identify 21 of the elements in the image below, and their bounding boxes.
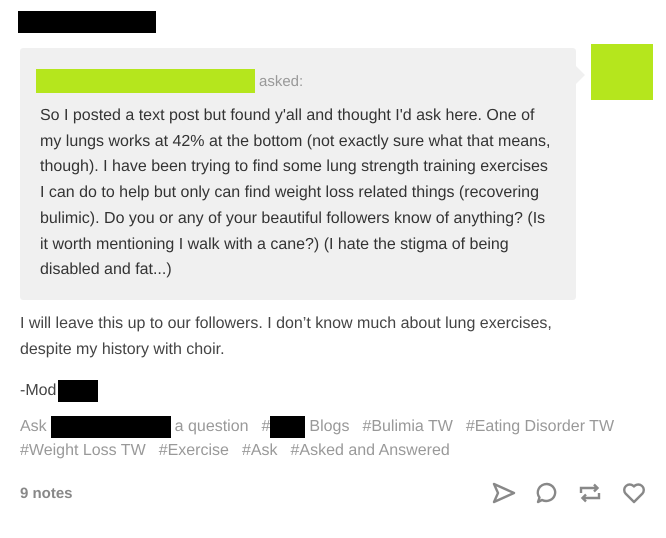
redaction-bar [58, 380, 98, 402]
asked-label: asked: [259, 72, 304, 90]
tag-link[interactable]: # [262, 416, 270, 438]
reply-icon[interactable] [536, 482, 558, 504]
answer-text: I will leave this up to our followers. I don’t know much about lung exercises, despite my history with choir. [20, 314, 553, 360]
share-icon[interactable] [492, 482, 516, 504]
tag-link[interactable]: #Weight Loss TW [20, 440, 146, 462]
question-text: So I posted a text post but found y'all and thought I'd ask here. One of my lungs works at 42% at the bottom (not exactly sure what that means, though). I have been trying to find some lung strength training exercises I can do to help but only can find weight loss related things (recovering bulimic). Do you or any of your beautiful followers know of anything? (Is it worth mentioning I walk with a cane?) (I hate the stigma of being disabled and fat...) [40, 106, 552, 280]
tag-link[interactable]: #Eating Disorder TW [466, 416, 614, 438]
tag-link[interactable]: #Asked and Answered [290, 440, 450, 462]
notes-count[interactable]: 9 notes [20, 484, 73, 502]
redaction-bar [270, 416, 306, 438]
heart-icon[interactable] [622, 482, 646, 504]
tag-link[interactable]: #Bulimia TW [362, 416, 453, 438]
tag-link[interactable]: #Exercise [158, 440, 229, 462]
tag-link[interactable]: #Ask [242, 440, 278, 462]
reblog-icon[interactable] [578, 482, 602, 504]
signature-text: -Mod [20, 382, 56, 400]
tag-link[interactable]: Ask [20, 416, 47, 438]
tag-link[interactable]: Blogs [309, 416, 350, 438]
tag-link[interactable]: a question [174, 416, 249, 438]
